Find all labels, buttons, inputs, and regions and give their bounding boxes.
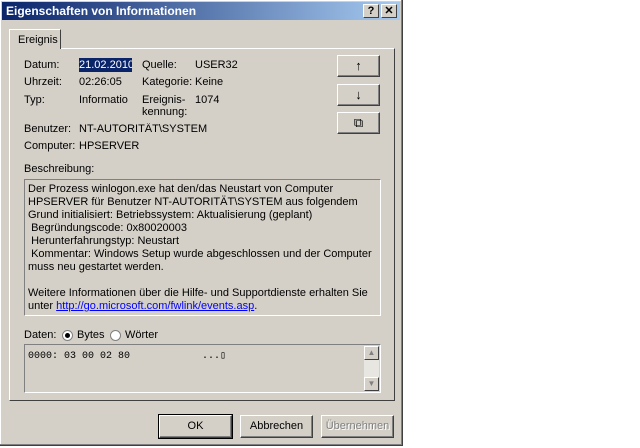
words-radio-label[interactable]: Wörter xyxy=(125,329,158,341)
computer-label: Computer: xyxy=(24,140,76,152)
quelle-label: Quelle: xyxy=(142,59,177,71)
previous-event-button[interactable]: ↑ xyxy=(337,55,380,77)
arrow-up-icon: ↑ xyxy=(355,58,362,73)
cancel-button[interactable]: Abbrechen xyxy=(240,415,313,438)
quelle-value[interactable]: USER32 xyxy=(195,59,238,71)
window-title: Eigenschaften von Informationen xyxy=(6,4,197,18)
help-button[interactable]: ? xyxy=(363,4,379,18)
ereignis-label-line2: kennung: xyxy=(142,106,188,118)
benutzer-label: Benutzer: xyxy=(24,123,72,135)
data-label: Daten: xyxy=(24,329,57,341)
arrow-down-icon: ↓ xyxy=(355,87,362,102)
computer-value[interactable]: HPSERVER xyxy=(79,140,139,152)
tab-ereignis[interactable]: Ereignis xyxy=(9,29,61,49)
bytes-radio-label[interactable]: Bytes xyxy=(77,329,105,341)
description-end: . xyxy=(254,300,258,312)
scroll-down-icon[interactable]: ▼ xyxy=(364,377,379,391)
uhrzeit-label: Uhrzeit: xyxy=(24,76,62,88)
vertical-scrollbar[interactable]: ▲ ▼ xyxy=(364,346,379,391)
datum-label: Datum: xyxy=(24,59,60,71)
copy-button[interactable]: ⧉ xyxy=(337,112,380,134)
tab-ereignis-label: Ereignis xyxy=(18,34,58,46)
bytes-radio[interactable] xyxy=(62,330,73,341)
help-link[interactable]: http://go.microsoft.com/fwlink/events.as… xyxy=(56,300,254,312)
event-properties-dialog: Eigenschaften von Informationen ? ✕ Erei… xyxy=(0,0,403,446)
apply-button[interactable]: Übernehmen xyxy=(321,415,394,438)
ok-button[interactable]: OK xyxy=(158,414,233,439)
kategorie-label: Kategorie: xyxy=(142,76,193,88)
title-bar[interactable]: Eigenschaften von Informationen ? ✕ xyxy=(2,2,400,20)
close-button[interactable]: ✕ xyxy=(381,4,397,18)
uhrzeit-value[interactable]: 02:26:05 xyxy=(79,76,122,88)
datum-value[interactable]: 21.02.2010 xyxy=(79,58,132,72)
ereignis-label-line1: Ereignis- xyxy=(142,94,186,106)
ereignis-value[interactable]: 1074 xyxy=(195,94,219,106)
data-hex-box[interactable]: 0000: 03 00 02 80 ...▯ ▲ ▼ xyxy=(24,344,381,393)
description-label: Beschreibung: xyxy=(24,163,95,175)
kategorie-value[interactable]: Keine xyxy=(195,76,223,88)
description-text: Der Prozess winlogon.exe hat den/das Neu… xyxy=(28,183,372,312)
typ-value[interactable]: Informatio xyxy=(79,94,133,106)
typ-label: Typ: xyxy=(24,94,45,106)
benutzer-value[interactable]: NT-AUTORITÄT\SYSTEM xyxy=(79,123,207,135)
description-textbox[interactable]: Der Prozess winlogon.exe hat den/das Neu… xyxy=(24,179,381,316)
words-radio[interactable] xyxy=(110,330,121,341)
copy-icon: ⧉ xyxy=(353,115,364,130)
next-event-button[interactable]: ↓ xyxy=(337,84,380,106)
scroll-up-icon[interactable]: ▲ xyxy=(364,346,379,360)
hex-line: 0000: 03 00 02 80 ...▯ xyxy=(28,351,227,362)
